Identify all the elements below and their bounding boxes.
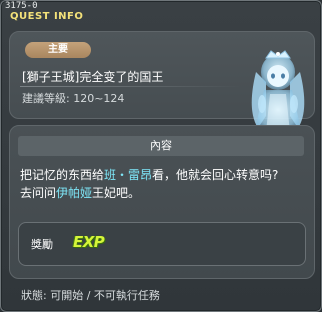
quest-header-panel: 主要 [獅子王城]完全变了的国王 建議等級: 120~124 [9, 31, 315, 142]
content-section-title: 內容 [18, 136, 304, 156]
quest-info-window: 3175-0 QUEST INFO 主要 [獅子王城]完全变了的国王 建議等級:… [0, 0, 322, 312]
desc-text: 看，他就会回心转意吗? [152, 168, 279, 182]
quest-content-panel: 內容 把记忆的东西给班・雷昂看，他就会回心转意吗? 去问问伊帕娅王妃吧。 獎勵 … [9, 125, 315, 279]
reward-box: 獎勵 EXP [18, 222, 306, 266]
quest-id: 3175-0 [5, 1, 38, 11]
quest-description: 把记忆的东西给班・雷昂看，他就会回心转意吗? 去问问伊帕娅王妃吧。 [20, 166, 306, 202]
npc-name-link: 伊帕娅 [56, 186, 93, 200]
main-quest-tag: 主要 [25, 42, 91, 58]
npc-name-link: 班・雷昂 [104, 168, 153, 182]
quest-name: [獅子王城]完全变了的国王 [22, 70, 164, 84]
exp-reward-icon[interactable]: EXP [73, 233, 105, 253]
desc-text: 王妃吧。 [92, 186, 141, 200]
desc-text: 去问问 [20, 186, 57, 200]
quest-status: 狀態: 可開始 / 不可執行任務 [21, 289, 160, 302]
desc-text: 把记忆的东西给 [20, 168, 105, 182]
reward-label: 獎勵 [31, 238, 53, 251]
header-divider [20, 86, 240, 87]
recommended-level: 建議等級: 120~124 [22, 92, 125, 105]
window-title: QUEST INFO [10, 11, 84, 22]
